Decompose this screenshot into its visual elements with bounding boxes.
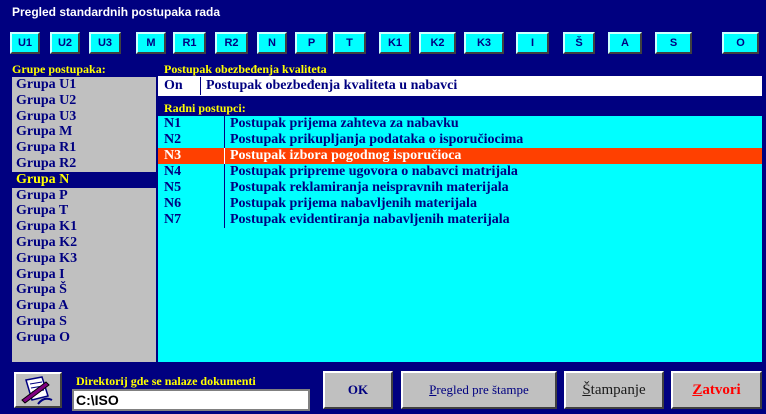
procedure-name: Postupak prikupljanja podataka o isporuč… [230,132,524,147]
tab-r2[interactable]: R2 [215,32,248,54]
groups-list[interactable]: Grupa U1 Grupa U2 Grupa U3 Grupa M Grupa R1 G… [12,77,156,362]
list-item[interactable]: Grupa K2 [12,235,156,251]
ok-button[interactable]: OK [323,371,393,409]
tab-u2[interactable]: U2 [50,32,80,54]
procedure-code: N5 [164,180,182,195]
list-item[interactable]: Grupa N [12,171,156,188]
groups-label: Grupe postupaka: [12,62,106,76]
procedure-name: Postupak evidentiranja nabavljenih mater… [230,212,510,227]
list-item[interactable]: Grupa U1 [12,77,156,93]
list-item[interactable]: Grupa O [12,330,156,346]
quality-label: Postupak obezbeđenja kvaliteta [164,62,327,76]
quality-procedure-field[interactable]: On Postupak obezbeđenja kvaliteta u naba… [158,76,762,96]
tab-p[interactable]: P [295,32,328,54]
table-row[interactable]: N1 Postupak prijema zahteva za nabavku [158,116,762,132]
list-item[interactable]: Grupa K3 [12,251,156,267]
list-item[interactable]: Grupa U2 [12,93,156,109]
list-item[interactable]: Grupa Š [12,282,156,298]
divider [224,196,225,212]
tab-t[interactable]: T [333,32,366,54]
divider [224,212,225,228]
procedure-code: N3 [164,148,182,163]
print-preview-button[interactable]: Pregled pre štampe [401,371,557,409]
tab-k3[interactable]: K3 [464,32,504,54]
group-tab-bar: U1 U2 U3 M R1 R2 N P T K1 K2 K3 I Š A S O [10,32,762,54]
tab-m[interactable]: M [136,32,166,54]
tab-r1[interactable]: R1 [173,32,206,54]
list-item[interactable]: Grupa P [12,188,156,204]
quality-code: On [164,78,183,93]
tab-š[interactable]: Š [563,32,595,54]
tab-s[interactable]: S [655,32,692,54]
window-title: Pregled standardnih postupaka rada [0,0,766,24]
procedure-name: Postupak pripreme ugovora o nabavci matr… [230,164,518,179]
divider [224,164,225,180]
quality-title: Postupak obezbeđenja kvaliteta u nabavci [206,78,458,93]
close-mnemonic: Z [692,382,703,398]
table-row[interactable]: N6 Postupak prijema nabavljenih materijal… [158,196,762,212]
list-item[interactable]: Grupa K1 [12,219,156,235]
directory-label: Direktorij gde se nalaze dokumenti [76,374,256,388]
divider [224,132,225,148]
procedure-code: N7 [164,212,182,227]
divider [224,148,225,164]
tab-k2[interactable]: K2 [419,32,456,54]
procedure-name: Postupak reklamiranja neispravnih materi… [230,180,509,195]
procedure-code: N4 [164,164,182,179]
table-row[interactable]: N7 Postupak evidentiranja nabavljenih mat… [158,212,762,228]
close-label: atvori [702,382,741,398]
procedure-code: N1 [164,116,182,131]
table-row[interactable]: N4 Postupak pripreme ugovora o nabavci ma… [158,164,762,180]
list-item[interactable]: Grupa R1 [12,140,156,156]
procedure-name: Postupak prijema nabavljenih materijala [230,196,477,211]
list-item[interactable]: Grupa U3 [12,109,156,125]
print-mnemonic: Š [582,382,591,398]
procedure-code: N2 [164,132,182,147]
print-label: tampanje [590,382,646,398]
table-row[interactable]: N3 Postupak izbora pogodnog isporučioca [158,148,762,164]
list-item[interactable]: Grupa R2 [12,156,156,172]
table-row[interactable]: N2 Postupak prikupljanja podataka o ispor… [158,132,762,148]
tab-o[interactable]: O [722,32,759,54]
divider [200,77,201,95]
procedure-code: N6 [164,196,182,211]
procedure-name: Postupak prijema zahteva za nabavku [230,116,459,131]
tab-n[interactable]: N [257,32,287,54]
list-item[interactable]: Grupa T [12,203,156,219]
tab-i[interactable]: I [516,32,549,54]
tab-u1[interactable]: U1 [10,32,40,54]
list-item[interactable]: Grupa S [12,314,156,330]
list-item[interactable]: Grupa M [12,124,156,140]
documents-button[interactable] [14,372,62,408]
procedure-name: Postupak izbora pogodnog isporučioca [230,148,462,163]
divider [224,116,225,132]
print-preview-label: regled pre štampe [436,382,529,397]
tab-k1[interactable]: K1 [379,32,411,54]
procedures-list[interactable]: N1 Postupak prijema zahteva za nabavku N2 P… [158,115,762,362]
tab-u3[interactable]: U3 [89,32,121,54]
list-item[interactable]: Grupa I [12,267,156,283]
close-button[interactable]: Zatvori [671,371,762,409]
directory-input[interactable]: C:\ISO [72,389,310,411]
table-row[interactable]: N5 Postupak reklamiranja neispravnih mate… [158,180,762,196]
documents-folder-icon [21,376,53,405]
list-item[interactable]: Grupa A [12,298,156,314]
print-button[interactable]: Štampanje [564,371,664,409]
procedures-label: Radni postupci: [164,101,246,115]
tab-a[interactable]: A [608,32,642,54]
divider [224,180,225,196]
